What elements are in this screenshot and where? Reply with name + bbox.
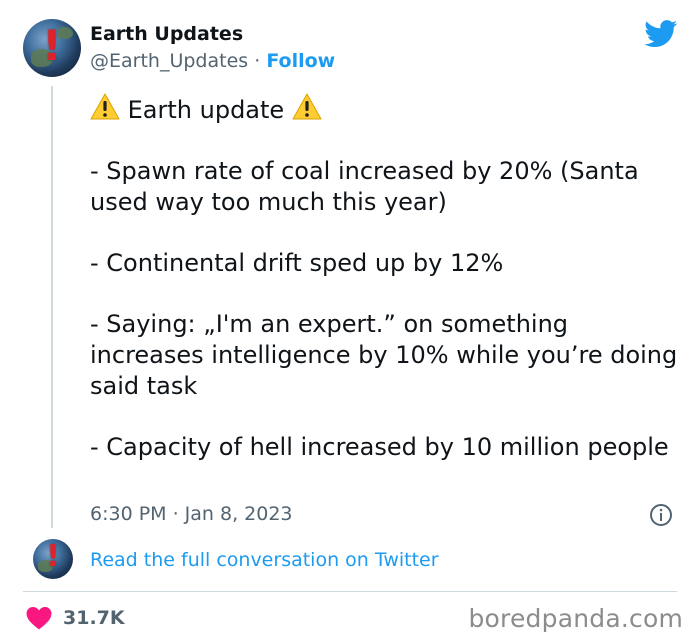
author-name[interactable]: Earth Updates: [90, 23, 243, 45]
like-count[interactable]: 31.7K: [63, 607, 125, 629]
exclamation-icon: !: [42, 21, 62, 70]
handle-row: @Earth_Updates · Follow: [90, 50, 335, 72]
warning-icon: [90, 93, 120, 120]
tweet-title-line: Earth update: [90, 93, 685, 126]
twitter-bird-icon[interactable]: [644, 20, 678, 48]
tweet-title: Earth update: [127, 96, 285, 124]
divider: [23, 591, 677, 592]
heart-icon[interactable]: [26, 606, 52, 630]
author-handle[interactable]: @Earth_Updates: [90, 50, 248, 72]
tweet-paragraph: - Saying: „I'm an expert.” on something …: [90, 310, 678, 400]
tweet-text: Earth update - Spawn rate of coal increa…: [90, 93, 685, 463]
conversation-avatar[interactable]: !: [33, 539, 73, 579]
tweet-paragraph: - Spawn rate of coal increased by 20% (S…: [90, 157, 639, 216]
read-conversation-link[interactable]: Read the full conversation on Twitter: [90, 549, 439, 571]
thread-line: [51, 86, 53, 528]
profile-avatar[interactable]: !: [23, 19, 81, 77]
watermark: boredpanda.com: [468, 604, 683, 633]
info-icon[interactable]: [649, 503, 673, 527]
tweet-timestamp[interactable]: 6:30 PM · Jan 8, 2023: [90, 503, 293, 525]
tweet-paragraph: - Capacity of hell increased by 10 milli…: [90, 433, 669, 461]
warning-icon: [292, 93, 322, 120]
exclamation-icon: !: [46, 539, 60, 574]
follow-button[interactable]: Follow: [266, 50, 335, 72]
separator: ·: [254, 50, 261, 72]
tweet-paragraph: - Continental drift sped up by 12%: [90, 249, 504, 277]
